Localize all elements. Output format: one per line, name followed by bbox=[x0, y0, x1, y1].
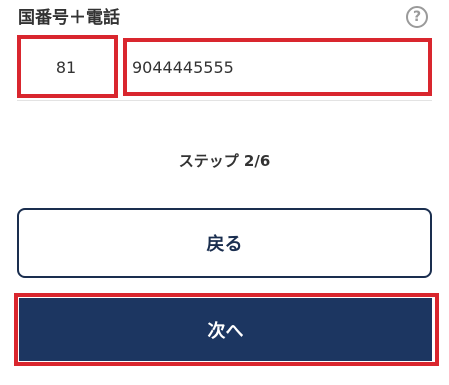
help-icon[interactable]: ? bbox=[406, 6, 428, 28]
next-button[interactable]: 次へ bbox=[19, 298, 432, 361]
field-divider bbox=[17, 100, 432, 101]
phone-number-highlight bbox=[123, 38, 432, 96]
country-code-highlight bbox=[17, 35, 118, 98]
back-button[interactable]: 戻る bbox=[17, 208, 432, 278]
phone-section-label: 国番号＋電話 bbox=[18, 8, 120, 28]
step-indicator: ステップ 2/6 bbox=[178, 152, 271, 170]
